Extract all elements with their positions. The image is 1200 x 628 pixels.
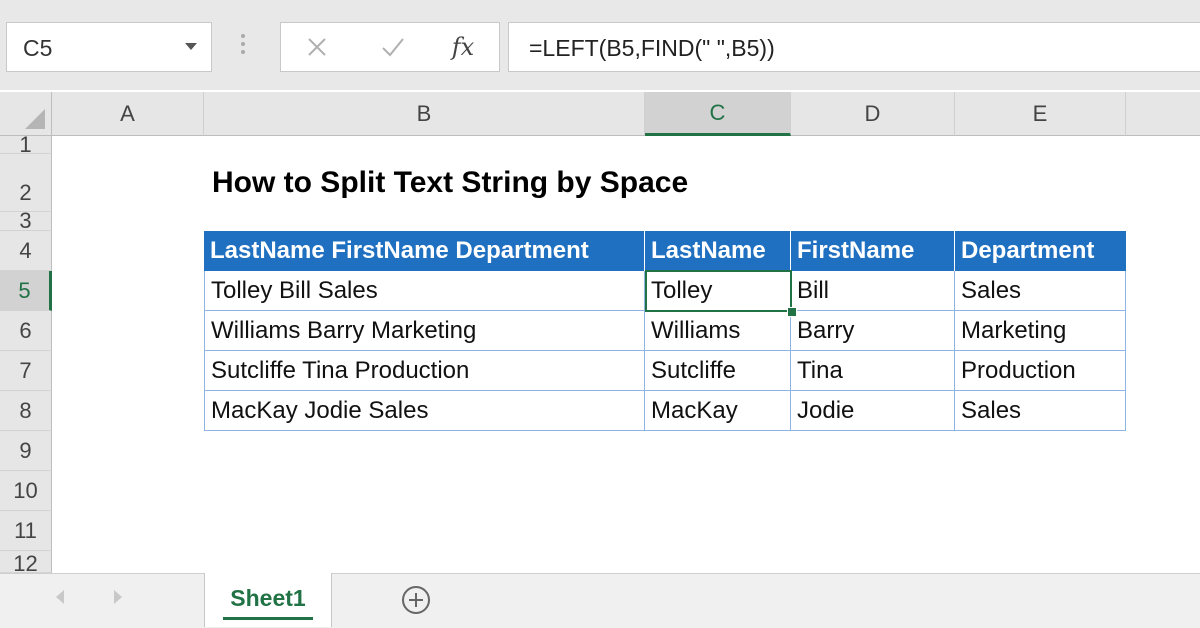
table-cell[interactable]: Jodie (791, 391, 955, 431)
table-cell[interactable]: Sales (955, 391, 1126, 431)
table-header-cell[interactable]: Department (955, 231, 1126, 271)
row-header-8[interactable]: 8 (0, 391, 52, 431)
row-header-12[interactable]: 12 (0, 551, 52, 573)
column-header-c[interactable]: C (645, 92, 791, 136)
table-cell[interactable]: Sales (955, 271, 1126, 311)
fill-handle[interactable] (787, 307, 797, 317)
table-cell[interactable]: Williams Barry Marketing (204, 311, 645, 351)
row-header-9[interactable]: 9 (0, 431, 52, 471)
row-header-4[interactable]: 4 (0, 231, 52, 271)
table-cell[interactable]: Williams (645, 311, 791, 351)
table-cell[interactable]: MacKay (645, 391, 791, 431)
table-cell[interactable]: MacKay Jodie Sales (204, 391, 645, 431)
table-cell[interactable]: Sutcliffe Tina Production (204, 351, 645, 391)
sheet-tab-label: Sheet1 (230, 585, 306, 611)
column-header-b[interactable]: B (204, 92, 645, 136)
name-box[interactable]: C5 (6, 22, 212, 72)
column-header-f[interactable] (1126, 92, 1200, 136)
formula-buttons: fx (280, 22, 500, 72)
row-header-3[interactable]: 3 (0, 212, 52, 231)
table-cell[interactable]: Bill (791, 271, 955, 311)
table-cell[interactable]: Tolley Bill Sales (204, 271, 645, 311)
table-header-cell[interactable]: LastName FirstName Department (204, 231, 645, 271)
select-all-button[interactable] (0, 92, 52, 136)
chevron-down-icon[interactable] (185, 43, 197, 50)
formula-text: =LEFT(B5,FIND(" ",B5)) (529, 35, 775, 61)
function-icon-label: fx (451, 33, 475, 61)
formula-bar: C5 fx =LEFT(B5,FIND(" ",B5)) (0, 0, 1200, 90)
table-header-cell[interactable]: LastName (645, 231, 791, 271)
drag-handle[interactable] (240, 30, 246, 60)
scroll-tabs-right-icon[interactable] (114, 590, 122, 604)
row-header-6[interactable]: 6 (0, 311, 52, 351)
add-sheet-icon[interactable] (402, 586, 430, 614)
column-header-a[interactable]: A (52, 92, 204, 136)
formula-input[interactable]: =LEFT(B5,FIND(" ",B5)) (508, 22, 1200, 72)
row-header-1[interactable]: 1 (0, 136, 52, 154)
cancel-icon[interactable] (287, 23, 347, 71)
select-all-icon (25, 109, 45, 129)
active-cell-selection[interactable] (645, 270, 792, 312)
row-header-2[interactable]: 2 (0, 154, 52, 212)
row-header-11[interactable]: 11 (0, 511, 52, 551)
active-tab-indicator (223, 617, 313, 620)
row-header-10[interactable]: 10 (0, 471, 52, 511)
name-box-value: C5 (23, 35, 53, 61)
table-cell[interactable]: Tina (791, 351, 955, 391)
column-header-d[interactable]: D (791, 92, 955, 136)
table-cell[interactable]: Production (955, 351, 1126, 391)
table-cell[interactable]: Barry (791, 311, 955, 351)
enter-check-icon[interactable] (363, 23, 423, 71)
table-cell[interactable]: Sutcliffe (645, 351, 791, 391)
row-header-7[interactable]: 7 (0, 351, 52, 391)
sheet-tab-sheet1[interactable]: Sheet1 (204, 573, 332, 627)
scroll-tabs-left-icon[interactable] (56, 590, 64, 604)
table-cell[interactable]: Marketing (955, 311, 1126, 351)
insert-function-icon[interactable]: fx (433, 23, 493, 71)
table-header-cell[interactable]: FirstName (791, 231, 955, 271)
column-header-e[interactable]: E (955, 92, 1126, 136)
sheet-title[interactable]: How to Split Text String by Space (212, 166, 688, 200)
row-header-5[interactable]: 5 (0, 271, 52, 311)
sheet-tab-bar (0, 573, 1200, 628)
